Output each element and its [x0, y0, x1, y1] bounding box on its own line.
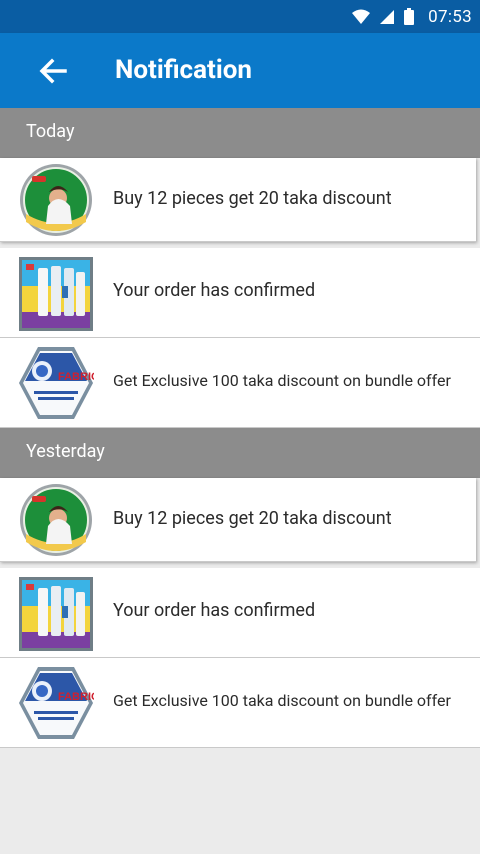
fabric-bundle-icon: FABRIC BUNDLE: [19, 347, 94, 419]
products-box-icon: [19, 577, 93, 651]
notification-item[interactable]: FABRIC BUNDLE Get Exclusive 100 taka dis…: [0, 338, 480, 428]
app-bar: Notification: [0, 33, 480, 108]
status-bar: 07:53: [0, 0, 480, 33]
section-header-yesterday: Yesterday: [0, 428, 480, 478]
svg-text:FABRIC BUNDLE: FABRIC BUNDLE: [58, 371, 94, 383]
notification-item[interactable]: FABRIC BUNDLE Get Exclusive 100 taka dis…: [0, 658, 480, 748]
arrow-left-icon: [39, 58, 67, 84]
notification-text: Your order has confirmed: [113, 600, 316, 621]
notification-item[interactable]: Buy 12 pieces get 20 taka discount: [0, 478, 476, 562]
taaza-tea-icon: [20, 484, 92, 556]
notification-item[interactable]: Buy 12 pieces get 20 taka discount: [0, 158, 476, 242]
svg-text:FABRIC BUNDLE: FABRIC BUNDLE: [58, 691, 94, 703]
wifi-icon: [352, 9, 371, 24]
page-title: Notification: [115, 55, 252, 85]
notification-text: Your order has confirmed: [113, 280, 316, 301]
products-box-icon: [19, 257, 93, 331]
notification-item[interactable]: Your order has confirmed: [0, 568, 480, 658]
notification-text: Buy 12 pieces get 20 taka discount: [113, 188, 392, 209]
notification-text: Get Exclusive 100 taka discount on bundl…: [113, 691, 451, 710]
notification-text: Get Exclusive 100 taka discount on bundl…: [113, 371, 451, 390]
notification-text: Buy 12 pieces get 20 taka discount: [113, 508, 392, 529]
battery-icon: [404, 8, 415, 25]
notification-item[interactable]: Your order has confirmed: [0, 248, 480, 338]
signal-icon: [380, 9, 395, 24]
back-button[interactable]: [33, 52, 73, 90]
taaza-tea-icon: [20, 164, 92, 236]
section-header-today: Today: [0, 108, 480, 158]
fabric-bundle-icon: FABRIC BUNDLE: [19, 667, 94, 739]
status-time: 07:53: [428, 6, 472, 27]
